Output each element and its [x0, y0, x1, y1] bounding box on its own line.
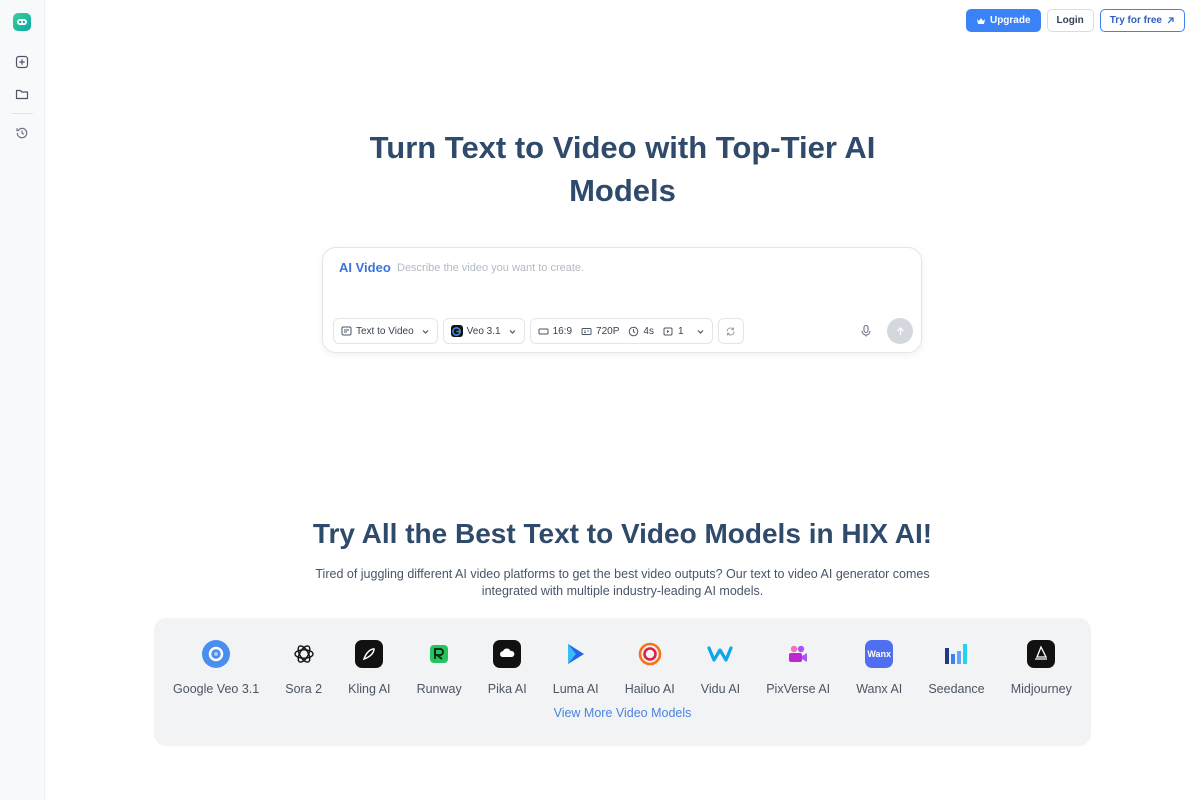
refresh-button[interactable] — [717, 318, 744, 344]
aspect-ratio-value: 16:9 — [552, 325, 573, 337]
refresh-icon — [726, 327, 735, 335]
kling-icon — [355, 640, 384, 668]
seedance-icon — [942, 640, 970, 668]
pixverse-icon — [784, 640, 812, 668]
google-veo-icon — [202, 640, 231, 668]
upgrade-label: Upgrade — [989, 15, 1031, 26]
video-settings-button[interactable]: 16:9 720P 4s 1 — [529, 318, 713, 344]
chevron-down-icon — [422, 329, 429, 334]
model-item[interactable]: Pika AI — [488, 640, 527, 696]
models-section-description: Tired of juggling different AI video pla… — [315, 567, 930, 598]
model-name: Kling AI — [348, 682, 391, 696]
pika-icon — [493, 640, 522, 668]
page-title-line-1: Turn Text to Video with Top-Tier AI — [369, 130, 876, 165]
page-title: Turn Text to Video with Top-Tier AI Mode… — [45, 126, 1200, 212]
aspect-ratio-icon — [538, 328, 549, 334]
google-logo-icon — [450, 325, 463, 337]
hix-logo-icon[interactable] — [13, 13, 31, 31]
count-value: 1 — [677, 325, 684, 337]
model-name: Sora 2 — [285, 682, 323, 696]
model-name: Midjourney — [1010, 682, 1072, 696]
top-actions: Upgrade Login Try for free — [965, 9, 1185, 32]
microphone-icon[interactable] — [859, 324, 873, 338]
login-label: Login — [1056, 15, 1084, 26]
mode-dropdown[interactable]: Text to Video — [333, 318, 438, 344]
model-name: Google Veo 3.1 — [173, 682, 260, 696]
duration-value: 4s — [643, 325, 654, 337]
hailuo-icon — [636, 640, 664, 668]
video-count-icon — [663, 327, 673, 335]
resolution-setting: 720P — [581, 326, 619, 337]
prompt-mode-label: AI Video — [339, 260, 391, 275]
history-button[interactable] — [9, 120, 35, 146]
prompt-input[interactable] — [397, 259, 877, 277]
model-value: Veo 3.1 — [466, 325, 501, 337]
resolution-value: 720P — [596, 325, 620, 337]
upgrade-button[interactable]: Upgrade — [965, 9, 1041, 32]
aspect-ratio-setting: 16:9 — [538, 326, 572, 337]
models-panel: Google Veo 3.1 Sora 2 Kling AI Runway Pika A… — [154, 618, 1091, 746]
model-item[interactable]: Wanx Wanx AI — [856, 640, 902, 696]
wanx-badge-text: Wanx — [867, 649, 892, 659]
model-item[interactable]: Seedance — [928, 640, 985, 696]
try-label: Try for free — [1109, 15, 1162, 26]
model-item[interactable]: Runway — [417, 640, 462, 696]
count-setting: 1 — [663, 326, 684, 337]
models-section-title: Try All the Best Text to Video Models in… — [312, 518, 933, 549]
duration-setting: 4s — [628, 326, 654, 337]
resolution-icon — [581, 327, 592, 335]
model-name: Seedance — [928, 682, 985, 696]
model-item[interactable]: PixVerse AI — [766, 640, 830, 696]
prompt-toolbar: Text to Video Veo 3.1 16:9 720P 4s 1 — [333, 318, 744, 344]
model-item[interactable]: Sora 2 — [285, 640, 322, 696]
model-name: Runway — [416, 682, 462, 696]
login-button[interactable]: Login — [1046, 9, 1094, 32]
model-item[interactable]: Vidu AI — [701, 640, 740, 696]
model-item[interactable]: Midjourney — [1011, 640, 1072, 696]
try-for-free-button[interactable]: Try for free — [1099, 9, 1185, 32]
history-icon — [16, 127, 28, 139]
model-item[interactable]: Google Veo 3.1 — [173, 640, 259, 696]
model-name: Wanx AI — [856, 682, 903, 696]
vidu-icon — [706, 640, 734, 668]
arrow-up-right-icon — [1167, 17, 1174, 24]
model-item[interactable]: Luma AI — [553, 640, 599, 696]
sidebar — [0, 0, 45, 800]
model-item[interactable]: Hailuo AI — [625, 640, 675, 696]
model-dropdown[interactable]: Veo 3.1 — [442, 318, 525, 344]
chevron-down-icon — [697, 329, 703, 334]
openai-icon — [290, 640, 318, 668]
model-name: Vidu AI — [700, 682, 741, 696]
wanx-icon: Wanx — [865, 640, 894, 668]
new-chat-button[interactable] — [9, 49, 35, 75]
model-name: PixVerse AI — [766, 682, 831, 696]
plus-square-icon — [15, 55, 29, 69]
clock-icon — [629, 326, 639, 336]
model-name: Pika AI — [487, 682, 527, 696]
chevron-down-icon — [509, 329, 515, 334]
sidebar-divider — [11, 113, 33, 114]
prompt-box: AI Video Text to Video Veo 3.1 16:9 720P — [322, 247, 922, 353]
mode-value: Text to Video — [356, 325, 414, 337]
arrow-up-icon — [896, 326, 904, 335]
send-button[interactable] — [887, 318, 913, 344]
page-title-line-2: Models — [569, 173, 676, 208]
luma-icon — [562, 640, 590, 668]
crown-icon — [976, 17, 985, 24]
folder-button[interactable] — [9, 81, 35, 107]
runway-icon — [425, 640, 453, 668]
model-name: Hailuo AI — [624, 682, 675, 696]
model-name: Luma AI — [552, 682, 599, 696]
text-video-icon — [341, 326, 352, 335]
folder-icon — [15, 89, 29, 100]
midjourney-icon — [1027, 640, 1056, 668]
model-item[interactable]: Kling AI — [348, 640, 391, 696]
models-list: Google Veo 3.1 Sora 2 Kling AI Runway Pika A… — [154, 640, 1091, 696]
view-more-models-link[interactable]: View More Video Models — [154, 706, 1091, 720]
